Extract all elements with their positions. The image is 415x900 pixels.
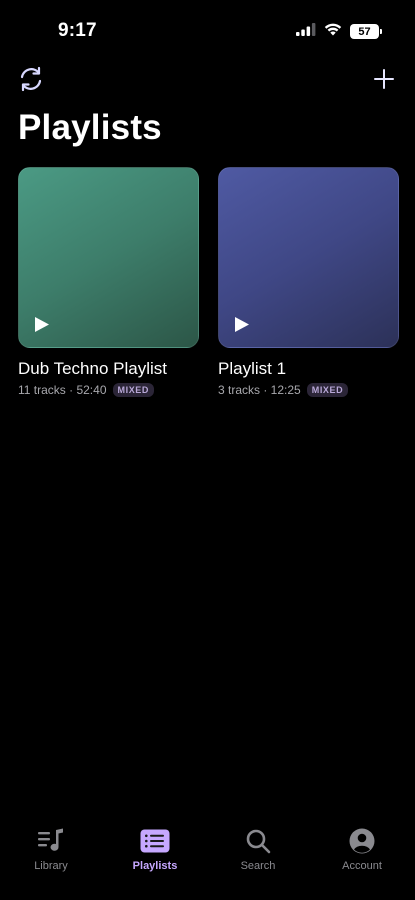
sync-button[interactable] <box>14 64 48 98</box>
playlist-grid: Dub Techno Playlist 11 tracks · 52:40 MI… <box>18 167 399 397</box>
battery-indicator: 57 <box>350 24 382 39</box>
bottom-tab-bar: Library Playlists Search Account <box>0 808 415 900</box>
sync-icon <box>16 64 46 99</box>
tab-library[interactable]: Library <box>11 826 91 872</box>
add-playlist-button[interactable] <box>367 64 401 98</box>
tab-label: Search <box>240 860 276 872</box>
tab-label: Library <box>34 860 68 872</box>
signal-icon <box>296 22 316 41</box>
playlists-icon <box>140 826 170 856</box>
playlist-meta: 3 tracks · 12:25 <box>218 383 301 397</box>
playlist-cover[interactable] <box>218 167 399 348</box>
tab-search[interactable]: Search <box>218 826 298 872</box>
account-icon <box>349 826 375 856</box>
tab-label: Account <box>342 860 382 872</box>
status-indicators: 57 <box>296 22 382 41</box>
tab-playlists[interactable]: Playlists <box>115 826 195 872</box>
play-icon[interactable] <box>33 315 51 333</box>
playlist-meta-row: 3 tracks · 12:25 MIXED <box>218 383 399 397</box>
tab-account[interactable]: Account <box>322 826 402 872</box>
library-icon <box>37 826 65 856</box>
playlist-title: Dub Techno Playlist <box>18 359 167 378</box>
status-time: 9:17 <box>58 20 97 41</box>
playlist-title: Playlist 1 <box>218 359 287 378</box>
page-title: Playlists <box>18 108 162 147</box>
plus-icon <box>372 67 396 96</box>
tab-label: Playlists <box>132 860 178 872</box>
playlist-card[interactable]: Playlist 1 3 tracks · 12:25 MIXED <box>218 167 399 397</box>
search-icon <box>245 826 271 856</box>
playlist-meta-row: 11 tracks · 52:40 MIXED <box>18 383 199 397</box>
playlist-cover[interactable] <box>18 167 199 348</box>
mixed-badge: MIXED <box>306 383 349 397</box>
top-toolbar <box>0 64 415 98</box>
playlist-card[interactable]: Dub Techno Playlist 11 tracks · 52:40 MI… <box>18 167 199 397</box>
status-bar: 9:17 57 <box>0 0 415 62</box>
play-icon[interactable] <box>233 315 251 333</box>
wifi-icon <box>324 22 342 41</box>
mixed-badge: MIXED <box>112 383 155 397</box>
playlist-meta: 11 tracks · 52:40 <box>18 383 107 397</box>
